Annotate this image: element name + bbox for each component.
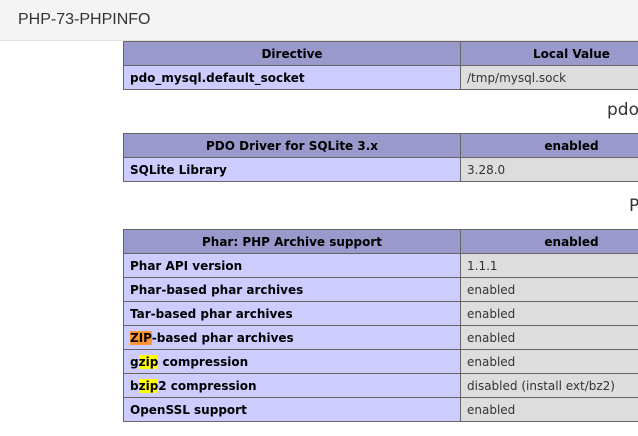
- row-value: enabled: [460, 277, 638, 302]
- row-value: 1.1.1: [460, 253, 638, 278]
- row-label-rest: 2 compression: [158, 378, 257, 393]
- pdo-driver-header: PDO Driver for SQLite 3.x: [123, 133, 461, 158]
- row-label: Phar API version: [123, 253, 461, 278]
- row-label-rest: compression: [158, 354, 249, 369]
- phar-support-header: Phar: PHP Archive support: [123, 229, 461, 254]
- table-row: gzip compression enabled: [123, 349, 638, 374]
- table-row: bzip2 compression disabled (install ext/…: [123, 373, 638, 398]
- table-header-row: PDO Driver for SQLite 3.x enabled: [123, 133, 638, 158]
- row-value: 3.28.0: [460, 157, 638, 182]
- phar-support-status: enabled: [460, 229, 638, 254]
- search-highlight-current: ZIP: [130, 330, 152, 345]
- column-header-directive: Directive: [123, 41, 461, 66]
- window-title: PHP-73-PHPINFO: [18, 11, 151, 28]
- table-row: OpenSSL support enabled: [123, 397, 638, 422]
- search-highlight: zip: [138, 378, 159, 393]
- table-row: Phar API version 1.1.1: [123, 253, 638, 278]
- row-label: pdo_mysql.default_socket: [123, 65, 461, 90]
- row-value: enabled: [460, 325, 638, 350]
- section-heading-pdo-sqlite: pdo_sqlite: [607, 100, 638, 120]
- row-value: disabled (install ext/bz2): [460, 373, 638, 398]
- section-heading-phar: Phar: [629, 196, 638, 216]
- table-row: Phar-based phar archives enabled: [123, 277, 638, 302]
- table-header-row: Directive Local Value: [123, 41, 638, 66]
- table-row: pdo_mysql.default_socket /tmp/mysql.sock: [123, 65, 638, 90]
- table-header-row: Phar: PHP Archive support enabled: [123, 229, 638, 254]
- row-label: Tar-based phar archives: [123, 301, 461, 326]
- row-value: enabled: [460, 301, 638, 326]
- phar-table: Phar: PHP Archive support enabled Phar A…: [123, 229, 638, 422]
- page-viewport[interactable]: Directive Local Value pdo_mysql.default_…: [0, 41, 638, 436]
- row-label: SQLite Library: [123, 157, 461, 182]
- table-row: Tar-based phar archives enabled: [123, 301, 638, 326]
- row-label-rest: -based phar archives: [151, 330, 294, 345]
- column-header-local-value: Local Value: [460, 41, 638, 66]
- row-value: enabled: [460, 397, 638, 422]
- row-label: ZIP-based phar archives: [123, 325, 461, 350]
- row-label-prefix: b: [130, 378, 139, 393]
- window-title-bar: PHP-73-PHPINFO: [0, 0, 638, 41]
- row-label: OpenSSL support: [123, 397, 461, 422]
- row-label: gzip compression: [123, 349, 461, 374]
- row-label: bzip2 compression: [123, 373, 461, 398]
- search-highlight: zip: [138, 354, 159, 369]
- table-row: SQLite Library 3.28.0: [123, 157, 638, 182]
- row-value: enabled: [460, 349, 638, 374]
- pdo-sqlite-table: PDO Driver for SQLite 3.x enabled SQLite…: [123, 133, 638, 182]
- pdo-mysql-table: Directive Local Value pdo_mysql.default_…: [123, 41, 638, 90]
- row-label-prefix: g: [130, 354, 139, 369]
- pdo-driver-status: enabled: [460, 133, 638, 158]
- row-label: Phar-based phar archives: [123, 277, 461, 302]
- table-row: ZIP-based phar archives enabled: [123, 325, 638, 350]
- row-value: /tmp/mysql.sock: [460, 65, 638, 90]
